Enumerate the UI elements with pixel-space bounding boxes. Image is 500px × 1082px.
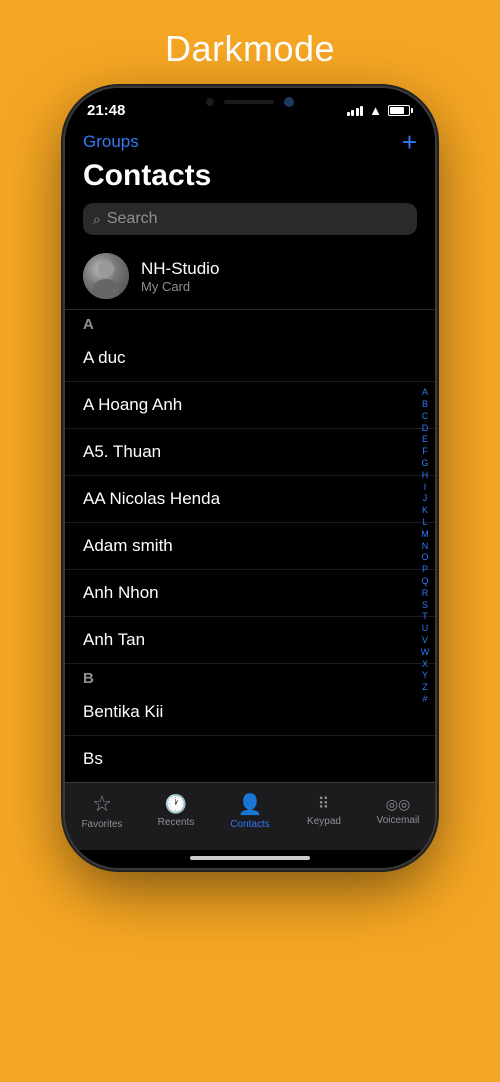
index-d[interactable]: D bbox=[422, 423, 429, 434]
contacts-list[interactable]: A A duc A Hoang Anh A5. Thuan AA Nicolas… bbox=[65, 310, 435, 782]
favorites-label: Favorites bbox=[81, 819, 122, 830]
tab-contacts[interactable]: 👤 Contacts bbox=[220, 792, 280, 830]
contact-a5-thuan[interactable]: A5. Thuan bbox=[65, 429, 435, 476]
tab-favorites[interactable]: ☆ Favorites bbox=[72, 791, 132, 830]
keypad-label: Keypad bbox=[307, 816, 341, 827]
contacts-label: Contacts bbox=[230, 819, 269, 830]
app-content: Groups + Contacts ⌕ Search NH-Studio My … bbox=[65, 125, 435, 868]
contact-aa-nicolas[interactable]: AA Nicolas Henda bbox=[65, 476, 435, 523]
index-k[interactable]: K bbox=[422, 505, 428, 516]
status-bar: 21:48 ▲ bbox=[65, 88, 435, 125]
groups-row: Groups + bbox=[83, 129, 417, 155]
index-c[interactable]: C bbox=[422, 411, 429, 422]
signal-icon bbox=[347, 106, 364, 116]
contact-bs[interactable]: Bs bbox=[65, 736, 435, 782]
contacts-icon: 👤 bbox=[238, 792, 263, 817]
index-n[interactable]: N bbox=[422, 541, 429, 552]
index-t[interactable]: T bbox=[422, 611, 428, 622]
index-f[interactable]: F bbox=[422, 446, 428, 457]
avatar bbox=[83, 253, 129, 299]
index-s[interactable]: S bbox=[422, 600, 428, 611]
index-z[interactable]: Z bbox=[422, 682, 428, 693]
index-h[interactable]: H bbox=[422, 470, 429, 481]
voicemail-label: Voicemail bbox=[377, 815, 420, 826]
section-header-b: B bbox=[65, 664, 435, 689]
contact-a-duc[interactable]: A duc bbox=[65, 335, 435, 382]
index-b[interactable]: B bbox=[422, 399, 428, 410]
index-sidebar: A B C D E F G H I J K L M N O P Q bbox=[418, 310, 432, 782]
tab-keypad[interactable]: ⠿ Keypad bbox=[294, 794, 354, 827]
status-icons: ▲ bbox=[347, 103, 413, 118]
home-bar bbox=[190, 856, 310, 860]
index-e[interactable]: E bbox=[422, 434, 428, 445]
tab-recents[interactable]: 🕐 Recents bbox=[146, 794, 206, 828]
my-card-label: My Card bbox=[141, 279, 219, 294]
my-card-info: NH-Studio My Card bbox=[141, 259, 219, 294]
contact-anh-nhon[interactable]: Anh Nhon bbox=[65, 570, 435, 617]
contact-a-hoang-anh[interactable]: A Hoang Anh bbox=[65, 382, 435, 429]
recents-icon: 🕐 bbox=[165, 794, 187, 815]
wifi-icon: ▲ bbox=[369, 103, 382, 118]
keypad-icon: ⠿ bbox=[318, 794, 331, 814]
favorites-icon: ☆ bbox=[92, 791, 112, 817]
index-x[interactable]: X bbox=[422, 659, 428, 670]
home-indicator bbox=[65, 850, 435, 868]
recents-label: Recents bbox=[158, 817, 195, 828]
page-title: Darkmode bbox=[165, 28, 335, 70]
index-m[interactable]: M bbox=[421, 529, 429, 540]
phone-frame: 21:48 ▲ bbox=[65, 88, 435, 868]
index-y[interactable]: Y bbox=[422, 670, 428, 681]
search-bar[interactable]: ⌕ Search bbox=[83, 203, 417, 235]
index-q[interactable]: Q bbox=[421, 576, 428, 587]
search-placeholder: Search bbox=[107, 210, 158, 228]
index-v[interactable]: V bbox=[422, 635, 428, 646]
avatar-image bbox=[83, 253, 129, 299]
tab-bar: ☆ Favorites 🕐 Recents 👤 Contacts ⠿ Keypa… bbox=[65, 782, 435, 850]
index-i[interactable]: I bbox=[424, 482, 427, 493]
section-header-a: A bbox=[65, 310, 435, 335]
search-icon: ⌕ bbox=[93, 211, 101, 228]
notch bbox=[185, 88, 315, 116]
voicemail-icon: ◎◎ bbox=[386, 796, 410, 813]
index-hash[interactable]: # bbox=[422, 694, 427, 705]
contacts-title: Contacts bbox=[83, 159, 417, 193]
index-a[interactable]: A bbox=[422, 387, 428, 398]
notch-dot-1 bbox=[206, 98, 214, 106]
contact-anh-tan[interactable]: Anh Tan bbox=[65, 617, 435, 664]
notch-camera bbox=[284, 97, 294, 107]
battery-icon bbox=[388, 105, 413, 116]
groups-button[interactable]: Groups bbox=[83, 132, 139, 152]
index-j[interactable]: J bbox=[423, 493, 428, 504]
index-g[interactable]: G bbox=[421, 458, 428, 469]
my-card-name: NH-Studio bbox=[141, 259, 219, 279]
my-card[interactable]: NH-Studio My Card bbox=[65, 243, 435, 310]
status-time: 21:48 bbox=[87, 102, 125, 119]
index-l[interactable]: L bbox=[422, 517, 427, 528]
contacts-header: Groups + Contacts ⌕ Search bbox=[65, 125, 435, 243]
notch-line bbox=[224, 100, 274, 104]
contact-bentika-kii[interactable]: Bentika Kii bbox=[65, 689, 435, 736]
index-r[interactable]: R bbox=[422, 588, 429, 599]
contact-adam-smith[interactable]: Adam smith bbox=[65, 523, 435, 570]
index-p[interactable]: P bbox=[422, 564, 428, 575]
page-header: Darkmode bbox=[165, 0, 335, 88]
phone-screen: 21:48 ▲ bbox=[65, 88, 435, 868]
add-contact-button[interactable]: + bbox=[402, 129, 417, 155]
tab-voicemail[interactable]: ◎◎ Voicemail bbox=[368, 796, 428, 826]
index-u[interactable]: U bbox=[422, 623, 429, 634]
index-w[interactable]: W bbox=[421, 647, 430, 658]
index-o[interactable]: O bbox=[421, 552, 428, 563]
